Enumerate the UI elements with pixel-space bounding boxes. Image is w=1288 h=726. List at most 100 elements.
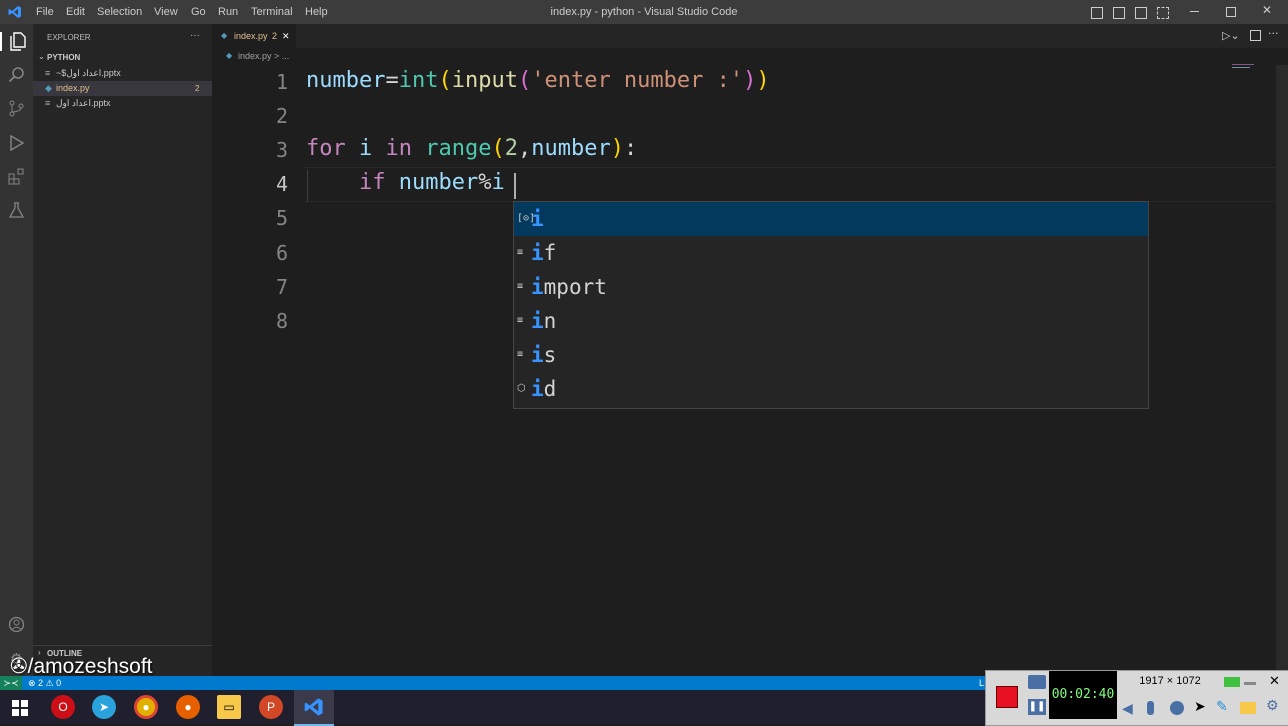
pen-icon[interactable]: ✎: [1216, 699, 1228, 715]
code-token: number: [531, 136, 611, 161]
suggestion-item[interactable]: ⬡ id: [514, 372, 1148, 406]
recording-timer: 00:02:40: [1049, 671, 1117, 719]
film-reel-icon: ✇: [10, 655, 28, 678]
close-window-icon[interactable]: ✕: [1262, 3, 1272, 17]
menu-go[interactable]: Go: [191, 0, 206, 24]
explorer-icon[interactable]: [0, 32, 28, 51]
recorder-settings-icon[interactable]: ⚙: [1266, 698, 1279, 714]
code-token: ,: [517, 136, 532, 161]
suggestion-rest: mport: [543, 275, 607, 299]
text-cursor: [514, 173, 516, 199]
recorder-close-icon[interactable]: ✕: [1269, 673, 1280, 689]
webcam-icon[interactable]: [1170, 701, 1184, 715]
file-item-temp-pptx[interactable]: ≡ ~$اعداد اول.pptx: [33, 66, 212, 81]
recorder-green-icon[interactable]: [1224, 677, 1240, 687]
code-token: ): [756, 68, 770, 93]
code-token: for: [306, 136, 346, 161]
suggestion-match: i: [531, 241, 544, 265]
file-explorer-icon[interactable]: ▭: [217, 695, 241, 719]
extensions-icon[interactable]: [7, 168, 26, 187]
run-debug-icon[interactable]: [7, 134, 26, 153]
suggestion-item[interactable]: ≡ is: [514, 338, 1148, 372]
menu-edit[interactable]: Edit: [66, 0, 85, 24]
more-actions-icon[interactable]: ···: [1268, 27, 1279, 40]
screen-recorder-widget: ❚❚ 00:02:40 1917 × 1072 ✕ ◀ ➤ ✎ ⚙: [985, 670, 1288, 726]
menu-view[interactable]: View: [154, 0, 178, 24]
firefox-icon[interactable]: ●: [176, 695, 200, 719]
file-name: اعداد اول.pptx: [56, 98, 111, 108]
code-token: in: [385, 136, 413, 161]
menu-help[interactable]: Help: [305, 0, 328, 24]
status-right-item[interactable]: L: [979, 676, 984, 690]
code-token: if: [306, 170, 386, 195]
line-number: 3: [275, 138, 288, 162]
toggle-panel-icon[interactable]: [1113, 7, 1125, 19]
code-token: ): [610, 136, 624, 161]
minimize-icon[interactable]: [1190, 11, 1199, 12]
suggestion-item[interactable]: ≡ if: [514, 236, 1148, 270]
breadcrumb-path[interactable]: index.py > ...: [238, 51, 289, 61]
search-icon[interactable]: [7, 66, 26, 85]
account-icon[interactable]: [7, 616, 26, 635]
menu-file[interactable]: File: [36, 0, 54, 24]
recorder-minimize-icon[interactable]: [1244, 682, 1256, 685]
folder-name: PYTHON: [47, 53, 81, 62]
toggle-sidebar-icon[interactable]: [1091, 7, 1103, 19]
code-line-4: if number%i: [306, 170, 505, 195]
suggestion-label: import: [531, 270, 607, 304]
file-item-primes-pptx[interactable]: ≡ اعداد اول.pptx: [33, 96, 212, 111]
code-token: (: [438, 68, 452, 93]
menu-run[interactable]: Run: [218, 0, 238, 24]
code-line-3: for i in range(2,number):: [306, 136, 637, 161]
opera-icon[interactable]: O: [51, 695, 75, 719]
camera-icon[interactable]: [1028, 675, 1046, 689]
suggestion-label: id: [531, 372, 556, 406]
pause-button[interactable]: ❚❚: [1028, 699, 1046, 715]
record-button[interactable]: [996, 686, 1018, 708]
folder-header[interactable]: ⌄ PYTHON: [33, 51, 212, 65]
vscode-taskbar-icon[interactable]: [294, 690, 334, 726]
layout-icon[interactable]: [1157, 7, 1169, 19]
vertical-scrollbar[interactable]: [1276, 65, 1288, 676]
suggestion-kind-icon: ⬡: [517, 383, 526, 394]
testing-icon[interactable]: [7, 202, 26, 221]
suggestion-item[interactable]: [⊙] i: [514, 202, 1148, 236]
code-token: ): [743, 68, 757, 93]
suggestion-label: i: [531, 202, 544, 236]
suggestion-match: i: [531, 377, 544, 401]
powerpoint-icon[interactable]: P: [259, 695, 283, 719]
code-token: i: [345, 136, 386, 161]
suggestion-kind-icon: ≡: [517, 281, 524, 292]
source-control-icon[interactable]: [7, 100, 26, 119]
tab-problem-badge: 2: [272, 31, 278, 41]
restore-icon[interactable]: [1226, 7, 1236, 17]
code-token: range: [425, 136, 492, 161]
suggestion-rest: s: [543, 343, 557, 367]
tab-index-py[interactable]: ◆ index.py 2 ✕: [212, 24, 296, 48]
explorer-more-button[interactable]: ···: [190, 30, 200, 41]
folder-icon[interactable]: [1240, 702, 1256, 714]
suggestion-item[interactable]: ≡ import: [514, 270, 1148, 304]
outline-divider: [33, 645, 212, 646]
explorer-sidebar: EXPLORER ··· ⌄ PYTHON ≡ ~$اعداد اول.pptx…: [33, 24, 212, 676]
chrome-icon[interactable]: ●: [134, 695, 158, 719]
menu-selection[interactable]: Selection: [97, 0, 142, 24]
toggle-secondary-sidebar-icon[interactable]: [1135, 7, 1147, 19]
file-item-index-py[interactable]: ◆ index.py 2: [33, 81, 212, 96]
run-file-icon[interactable]: ▷⌄: [1222, 29, 1240, 42]
file-lines-icon: ≡: [45, 68, 51, 78]
minimap[interactable]: [1232, 64, 1260, 70]
suggestion-match: i: [531, 275, 544, 299]
split-editor-icon[interactable]: [1250, 30, 1261, 41]
speaker-icon[interactable]: ◀: [1122, 701, 1133, 717]
windows-start-icon[interactable]: [12, 700, 28, 716]
microphone-icon[interactable]: [1147, 701, 1154, 715]
menu-terminal[interactable]: Terminal: [251, 0, 293, 24]
cursor-icon[interactable]: ➤: [1194, 699, 1206, 715]
code-token: number: [306, 68, 386, 93]
suggestion-item[interactable]: ≡ in: [514, 304, 1148, 338]
telegram-icon[interactable]: ➤: [92, 695, 116, 719]
tab-close-button[interactable]: ✕: [282, 24, 290, 48]
code-token: =: [385, 68, 399, 93]
code-token: (: [491, 136, 505, 161]
